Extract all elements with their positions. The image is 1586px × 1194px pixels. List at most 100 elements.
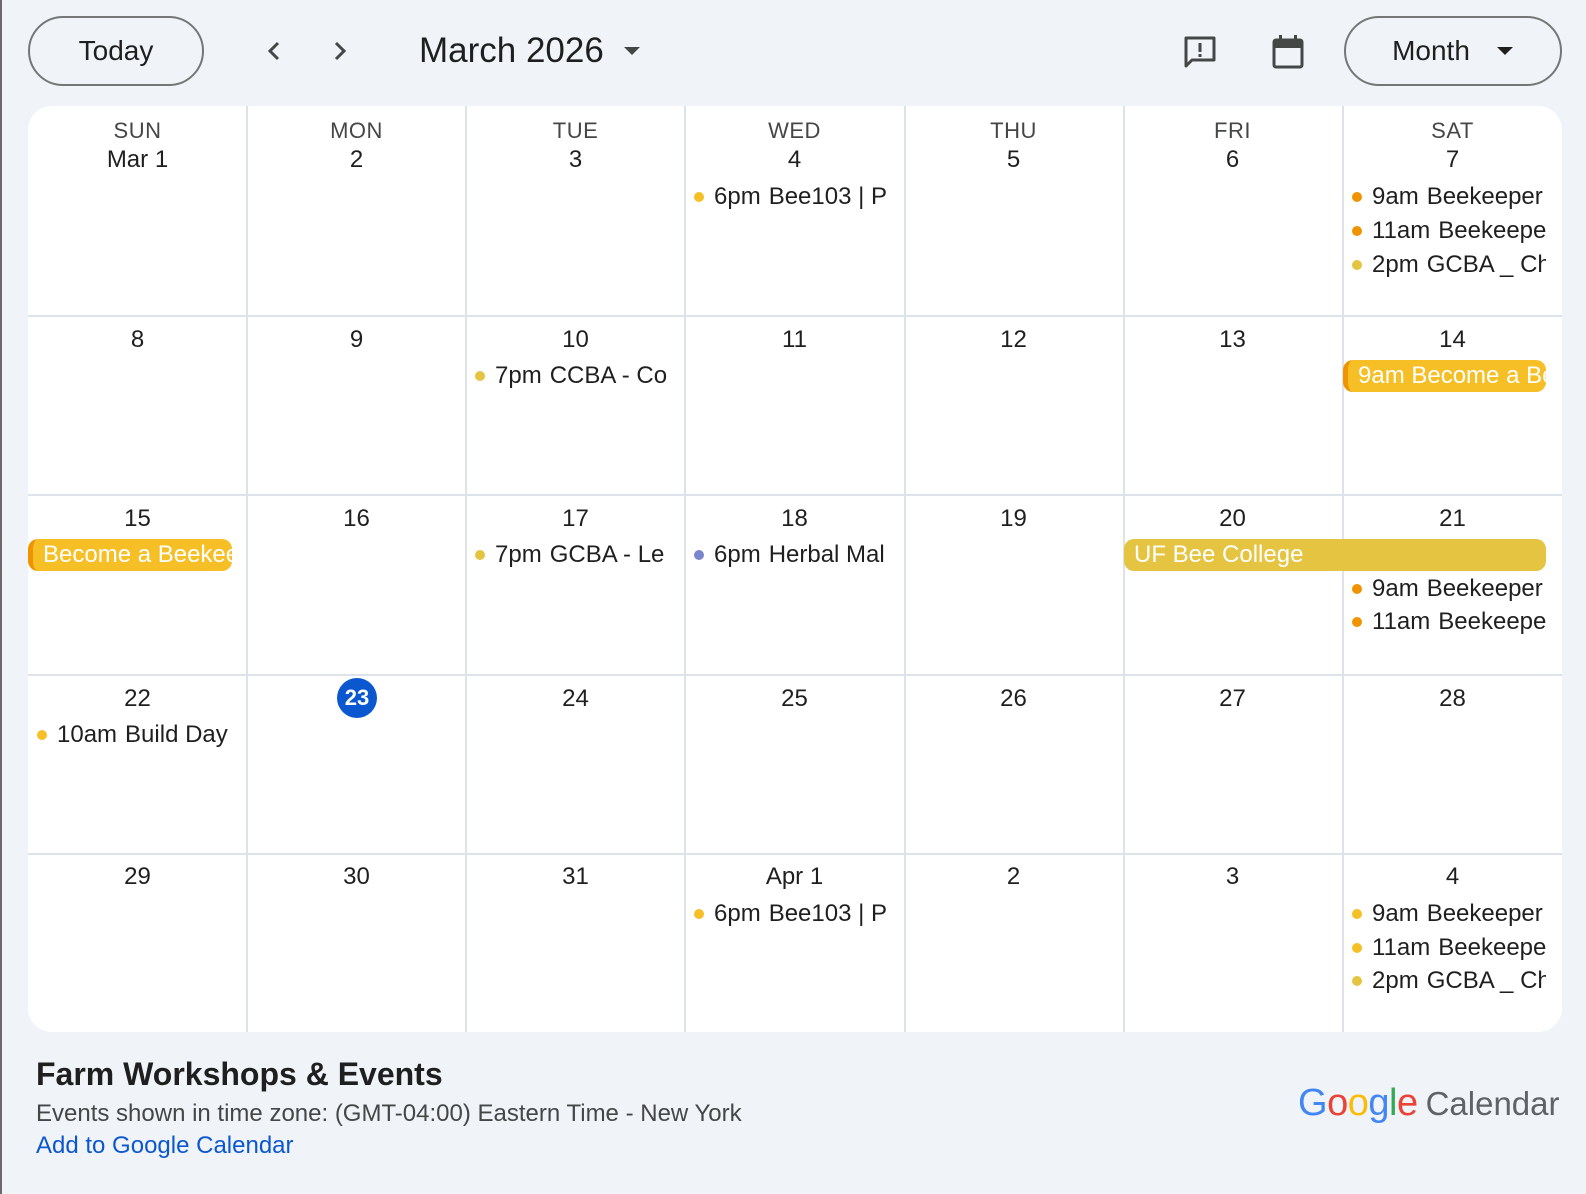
- day-number[interactable]: 30: [247, 863, 466, 891]
- day-number[interactable]: 12: [904, 326, 1123, 354]
- grid-divider: [28, 315, 1562, 317]
- previous-month-button[interactable]: [250, 26, 300, 76]
- event-time: 6pm: [714, 900, 761, 927]
- event-chip[interactable]: 9am Become a Be: [1343, 360, 1546, 392]
- view-selector[interactable]: Month: [1344, 16, 1562, 86]
- day-number[interactable]: 21: [1343, 505, 1562, 533]
- event-title: Bee103 | P: [768, 183, 888, 210]
- event-item[interactable]: 9am Beekeeper: [1352, 573, 1546, 605]
- day-number[interactable]: 17: [466, 505, 685, 533]
- event-item[interactable]: 7pm CCBA - Co: [475, 360, 671, 392]
- grid-divider: [465, 106, 467, 1032]
- feedback-button[interactable]: [1174, 26, 1226, 78]
- view-label: Month: [1392, 35, 1470, 66]
- month-picker[interactable]: March 2026: [419, 28, 642, 74]
- day-number[interactable]: 31: [466, 863, 685, 891]
- event-item[interactable]: 11am Beekeepe: [1352, 606, 1546, 638]
- day-number[interactable]: 6: [1123, 146, 1342, 174]
- next-month-button[interactable]: [314, 26, 364, 76]
- event-item[interactable]: 6pm Bee103 | P: [694, 181, 890, 213]
- day-number[interactable]: 20: [1123, 505, 1342, 533]
- event-item[interactable]: 6pm Herbal Mal: [694, 539, 888, 571]
- event-time: 7pm: [495, 541, 542, 568]
- day-number[interactable]: 3: [466, 146, 685, 174]
- event-title: Bee103 | P: [768, 900, 888, 927]
- event-time: 10am: [57, 721, 118, 748]
- day-number[interactable]: 10: [466, 326, 685, 354]
- event-title: Beekeeper: [1426, 575, 1543, 602]
- event-title: Herbal Mal: [768, 541, 885, 568]
- event-item[interactable]: 10am Build Day: [37, 719, 243, 751]
- event-chip[interactable]: Become a Beekee: [28, 539, 232, 571]
- event-time: 2pm: [1372, 967, 1419, 994]
- day-number[interactable]: 16: [247, 505, 466, 533]
- event-item[interactable]: 7pm GCBA - Le: [475, 539, 671, 571]
- event-item[interactable]: 11am Beekeepe: [1352, 932, 1546, 964]
- calendar-view-button[interactable]: [1262, 26, 1314, 78]
- event-item[interactable]: 2pm GCBA _ Ch: [1352, 965, 1546, 997]
- weekday-wed: WED: [768, 118, 821, 143]
- month-grid: SUN MON TUE WED THU FRI SAT Mar 1 2 3 4 …: [28, 106, 1562, 1032]
- day-number[interactable]: 29: [28, 863, 247, 891]
- day-number[interactable]: 4: [685, 146, 904, 174]
- event-item[interactable]: 9am Beekeeper: [1352, 898, 1546, 930]
- event-title: GCBA _ Ch: [1426, 967, 1546, 994]
- event-title: Beekeepe: [1438, 608, 1546, 635]
- event-color-dot: [1352, 584, 1362, 594]
- event-time: 7pm: [495, 362, 542, 389]
- event-color-dot: [694, 550, 704, 560]
- day-number[interactable]: 11: [685, 326, 904, 354]
- weekday-mon: MON: [330, 118, 383, 143]
- calendar-logo-word: Calendar: [1425, 1085, 1560, 1122]
- timezone-note: Events shown in time zone: (GMT-04:00) E…: [36, 1100, 742, 1127]
- today-date-marker[interactable]: 23: [337, 678, 377, 718]
- add-to-google-calendar-link[interactable]: Add to Google Calendar: [36, 1132, 294, 1160]
- day-number[interactable]: 26: [904, 685, 1123, 713]
- day-number[interactable]: 27: [1123, 685, 1342, 713]
- event-chip[interactable]: UF Bee College: [1124, 539, 1546, 571]
- event-item[interactable]: 9am Beekeeper: [1352, 181, 1546, 213]
- today-button[interactable]: Today: [28, 16, 204, 86]
- event-color-dot: [1352, 943, 1362, 953]
- event-item[interactable]: 6pm Bee103 | P: [694, 898, 890, 930]
- day-number[interactable]: 19: [904, 505, 1123, 533]
- grid-divider: [904, 106, 906, 1032]
- day-number[interactable]: 7: [1343, 146, 1562, 174]
- event-title: Beekeepe: [1438, 934, 1546, 961]
- event-title: CCBA - Co: [549, 362, 668, 389]
- day-number[interactable]: 2: [247, 146, 466, 174]
- day-number[interactable]: 9: [247, 326, 466, 354]
- feedback-icon: [1184, 36, 1216, 68]
- event-item[interactable]: 11am Beekeepe: [1352, 215, 1546, 247]
- grid-divider: [684, 106, 686, 1032]
- dropdown-arrow-icon: [623, 47, 640, 55]
- weekday-fri: FRI: [1214, 118, 1251, 143]
- day-number[interactable]: 5: [904, 146, 1123, 174]
- day-number[interactable]: 15: [28, 505, 247, 533]
- day-number[interactable]: Apr 1: [685, 863, 904, 891]
- day-number[interactable]: 24: [466, 685, 685, 713]
- day-number[interactable]: 28: [1343, 685, 1562, 713]
- event-color-dot: [1352, 226, 1362, 236]
- event-title: Beekeeper: [1426, 183, 1543, 210]
- month-title: March 2026: [419, 31, 604, 70]
- day-number[interactable]: Mar 1: [28, 146, 247, 174]
- event-item[interactable]: 2pm GCBA _ Ch: [1352, 249, 1546, 281]
- weekday-tue: TUE: [552, 118, 599, 143]
- day-number[interactable]: 25: [685, 685, 904, 713]
- day-number[interactable]: 8: [28, 326, 247, 354]
- event-time: 9am: [1372, 575, 1419, 602]
- day-number[interactable]: 3: [1123, 863, 1342, 891]
- day-number[interactable]: 4: [1343, 863, 1562, 891]
- day-number[interactable]: 2: [904, 863, 1123, 891]
- event-color-dot: [1352, 192, 1362, 202]
- day-number[interactable]: 22: [28, 685, 247, 713]
- google-calendar-logo[interactable]: Google Calendar: [1298, 1082, 1560, 1128]
- day-number[interactable]: 14: [1343, 326, 1562, 354]
- calendar-name: Farm Workshops & Events: [36, 1056, 443, 1092]
- day-number[interactable]: 18: [685, 505, 904, 533]
- event-title: GCBA - Le: [549, 541, 665, 568]
- event-time: 9am: [1372, 183, 1419, 210]
- day-number[interactable]: 13: [1123, 326, 1342, 354]
- event-title: Beekeepe: [1438, 217, 1546, 244]
